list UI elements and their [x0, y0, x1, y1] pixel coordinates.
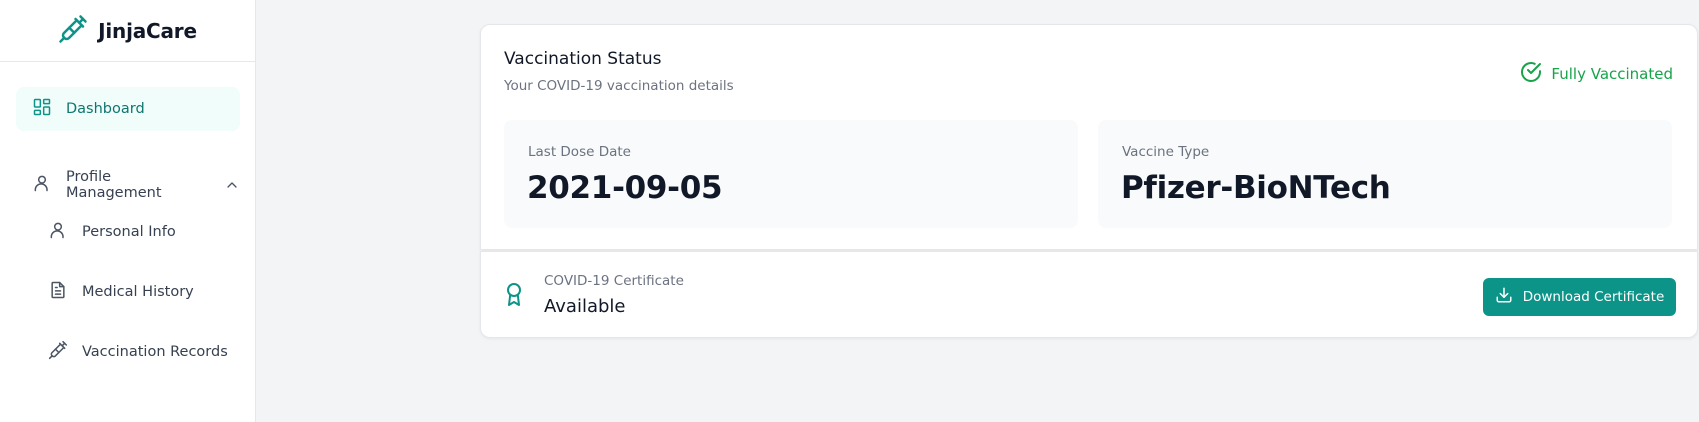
last-dose-value: 2021-09-05 [527, 170, 723, 206]
syringe-icon [48, 340, 68, 364]
certificate-label: COVID-19 Certificate [544, 273, 684, 289]
sidebar-item-medical-history[interactable]: Medical History [48, 270, 240, 314]
syringe-icon [58, 14, 88, 48]
download-icon [1495, 286, 1513, 308]
dashboard-icon [32, 97, 52, 121]
document-icon [48, 280, 68, 304]
sidebar-item-label: Dashboard [66, 101, 145, 117]
certificate-card: COVID-19 Certificate Available Download … [480, 251, 1698, 338]
vaccine-type-box: Vaccine Type Pfizer-BioNTech [1098, 120, 1672, 228]
brand[interactable]: JinjaCare [0, 0, 255, 62]
vaccination-status-card: Vaccination Status Your COVID-19 vaccina… [480, 24, 1698, 250]
user-icon [32, 173, 52, 197]
download-button-label: Download Certificate [1522, 289, 1665, 305]
sidebar-item-label: Vaccination Records [82, 344, 228, 360]
last-dose-box: Last Dose Date 2021-09-05 [504, 120, 1078, 228]
status-badge-label: Fully Vaccinated [1551, 65, 1673, 83]
last-dose-label: Last Dose Date [528, 144, 631, 160]
sidebar-item-personal-info[interactable]: Personal Info [48, 210, 240, 254]
sidebar-item-dashboard[interactable]: Dashboard [16, 87, 240, 131]
user-icon [48, 220, 68, 244]
vaccine-type-label: Vaccine Type [1122, 144, 1210, 160]
certificate-value: Available [544, 296, 626, 317]
card-title: Vaccination Status [504, 49, 662, 69]
download-certificate-button[interactable]: Download Certificate [1483, 278, 1676, 316]
sidebar-item-profile-management[interactable]: Profile Management [16, 163, 240, 207]
sidebar-item-label: Medical History [82, 284, 194, 300]
check-circle-icon [1519, 60, 1543, 88]
sidebar: JinjaCare Dashboard Profile Management P… [0, 0, 256, 422]
card-subtitle: Your COVID-19 vaccination details [504, 78, 734, 94]
award-icon [502, 282, 526, 308]
sidebar-item-label: Personal Info [82, 224, 176, 240]
chevron-up-icon[interactable] [224, 177, 240, 193]
status-badge: Fully Vaccinated [1519, 60, 1673, 88]
sidebar-item-label: Profile Management [66, 169, 162, 201]
brand-name: JinjaCare [98, 18, 197, 43]
sidebar-item-vaccination-records[interactable]: Vaccination Records [48, 330, 240, 374]
vaccine-type-value: Pfizer-BioNTech [1121, 170, 1391, 206]
